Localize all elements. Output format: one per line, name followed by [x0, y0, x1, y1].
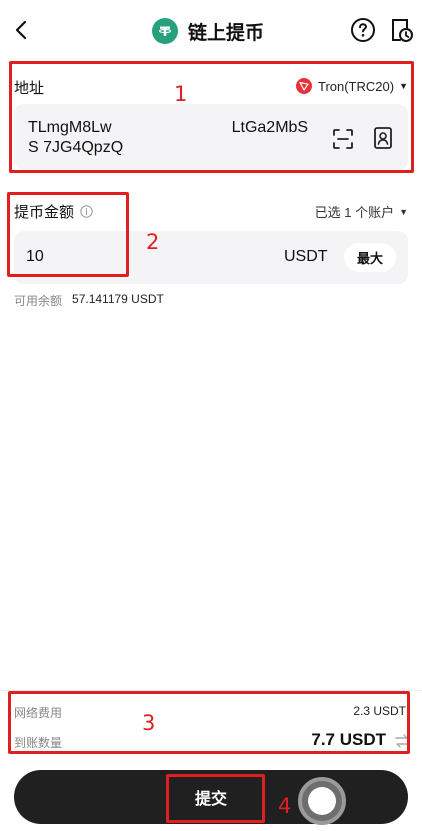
- available-value: 57.141179 USDT: [72, 292, 164, 306]
- page-title: 链上提币: [188, 22, 265, 44]
- account-selector-label: 已选 1 个账户: [314, 205, 395, 220]
- max-button[interactable]: 最大: [344, 243, 396, 272]
- available-label: 可用余额: [14, 294, 63, 308]
- annotation-box-4: [166, 774, 265, 823]
- caret-down-icon: ▼: [399, 206, 408, 217]
- amount-unit: USDT: [284, 248, 328, 265]
- history-button[interactable]: [388, 16, 414, 44]
- back-button[interactable]: [8, 14, 36, 46]
- header-bar: 链上提币: [0, 0, 422, 60]
- assistive-touch-inner: [308, 787, 336, 815]
- question-circle-icon: [351, 18, 375, 42]
- page-title-group: 链上提币: [152, 15, 264, 47]
- annotation-number-4: 4: [278, 794, 292, 818]
- annotation-box-3: [8, 691, 410, 754]
- help-button[interactable]: [350, 17, 376, 43]
- annotation-number-1: 1: [174, 82, 188, 106]
- account-selector[interactable]: 已选 1 个账户 ▼: [315, 202, 408, 221]
- tether-logo-icon: [152, 18, 178, 44]
- annotation-box-2: [7, 192, 129, 277]
- assistive-touch-button[interactable]: [298, 777, 346, 825]
- available-balance: 可用余额 57.141179 USDT: [14, 292, 164, 309]
- annotation-box-1: [9, 61, 414, 173]
- annotation-number-3: 3: [142, 711, 156, 735]
- history-clock-icon: [392, 19, 413, 42]
- chevron-left-icon: [15, 20, 27, 40]
- annotation-number-2: 2: [146, 230, 160, 254]
